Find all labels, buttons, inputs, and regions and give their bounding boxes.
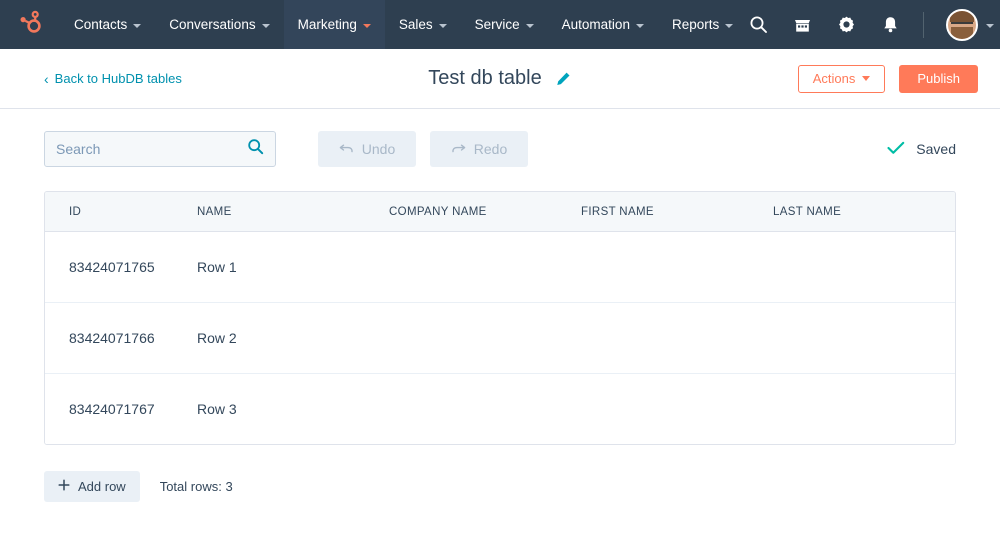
chevron-left-icon: ‹: [44, 70, 49, 87]
back-link-label: Back to HubDB tables: [54, 71, 182, 86]
chevron-down-icon: [438, 23, 447, 28]
nav-item-automation[interactable]: Automation: [548, 0, 658, 49]
nav-item-label: Sales: [398, 17, 433, 32]
avatar-beard: [951, 26, 974, 39]
table-row[interactable]: 83424071766 Row 2: [45, 302, 955, 374]
plus-icon: [58, 479, 70, 494]
nav-item-label: Contacts: [74, 17, 128, 32]
nav-item-label: Reports: [671, 17, 720, 32]
account-menu[interactable]: [946, 8, 995, 41]
header-actions: Actions Publish: [797, 64, 978, 93]
avatar: [946, 8, 979, 41]
nav-item-label: Marketing: [297, 17, 357, 32]
cell-name[interactable]: Row 2: [197, 302, 389, 374]
undo-button-label: Undo: [361, 141, 396, 157]
redo-arrow-icon: [451, 141, 466, 157]
cell-company-name[interactable]: [389, 302, 581, 374]
table-header-row: ID NAME COMPANY NAME FIRST NAME LAST NAM…: [45, 192, 955, 232]
chevron-down-icon: [635, 23, 644, 28]
table-row[interactable]: 83424071767 Row 3: [45, 373, 955, 444]
table-body: 83424071765 Row 1 83424071766 Row 2 8342…: [45, 231, 955, 444]
search-icon[interactable]: [247, 138, 264, 160]
cell-company-name[interactable]: [389, 373, 581, 444]
column-header-name[interactable]: NAME: [197, 192, 389, 232]
cell-first-name[interactable]: [581, 231, 773, 303]
chevron-down-icon: [362, 23, 371, 28]
table-toolbar: Undo Redo Saved: [44, 131, 956, 167]
cell-id[interactable]: 83424071766: [45, 302, 197, 374]
chevron-down-icon: [725, 23, 734, 28]
cell-last-name[interactable]: [773, 302, 955, 374]
nav-item-label: Service: [474, 17, 520, 32]
publish-button-label: Publish: [917, 71, 960, 86]
column-header-first-name[interactable]: FIRST NAME: [581, 192, 773, 232]
cell-id[interactable]: 83424071767: [45, 373, 197, 444]
main-content: Undo Redo Saved: [0, 109, 1000, 537]
chevron-down-icon: [986, 23, 995, 28]
cell-first-name[interactable]: [581, 373, 773, 444]
title-block: Test db table: [428, 67, 571, 90]
nav-item-contacts[interactable]: Contacts: [60, 0, 155, 49]
undo-button[interactable]: Undo: [318, 131, 416, 167]
redo-button-label: Redo: [473, 141, 508, 157]
search-box[interactable]: [44, 131, 276, 167]
caret-down-icon: [862, 76, 871, 81]
nav-item-sales[interactable]: Sales: [385, 0, 461, 49]
cell-first-name[interactable]: [581, 302, 773, 374]
nav-item-marketing[interactable]: Marketing: [283, 0, 385, 49]
cell-company-name[interactable]: [389, 231, 581, 303]
nav-divider: [923, 11, 925, 38]
chevron-down-icon: [133, 23, 142, 28]
avatar-hair: [950, 10, 975, 22]
column-header-id[interactable]: ID: [45, 192, 197, 232]
search-icon[interactable]: [747, 14, 769, 36]
nav-item-label: Automation: [561, 17, 630, 32]
column-header-last-name[interactable]: LAST NAME: [773, 192, 955, 232]
table-footer: Add row Total rows: 3: [44, 471, 956, 502]
data-table: ID NAME COMPANY NAME FIRST NAME LAST NAM…: [45, 192, 955, 444]
actions-button[interactable]: Actions: [797, 64, 886, 93]
top-navigation-bar: Contacts Conversations Marketing Sales S…: [0, 0, 1000, 49]
pencil-icon[interactable]: [556, 71, 572, 87]
cell-id[interactable]: 83424071765: [45, 231, 197, 303]
page-title: Test db table: [428, 67, 542, 89]
cell-name[interactable]: Row 1: [197, 231, 389, 303]
chevron-down-icon: [261, 23, 270, 28]
search-input[interactable]: [56, 141, 247, 157]
primary-nav-items: Contacts Conversations Marketing Sales S…: [60, 0, 747, 49]
hubdb-table: ID NAME COMPANY NAME FIRST NAME LAST NAM…: [44, 191, 956, 445]
page-subheader: ‹ Back to HubDB tables Test db table Act…: [0, 49, 1000, 109]
save-status-label: Saved: [916, 141, 956, 157]
undo-arrow-icon: [339, 141, 354, 157]
check-icon: [887, 141, 905, 158]
table-header: ID NAME COMPANY NAME FIRST NAME LAST NAM…: [45, 192, 955, 232]
marketplace-icon[interactable]: [791, 14, 813, 36]
chevron-down-icon: [525, 23, 534, 28]
nav-item-conversations[interactable]: Conversations: [155, 0, 283, 49]
cell-name[interactable]: Row 3: [197, 373, 389, 444]
nav-item-service[interactable]: Service: [461, 0, 548, 49]
nav-item-reports[interactable]: Reports: [658, 0, 747, 49]
avatar-glasses: [951, 21, 974, 27]
nav-item-label: Conversations: [169, 17, 256, 32]
redo-button[interactable]: Redo: [430, 131, 528, 167]
add-row-button-label: Add row: [78, 479, 126, 494]
undo-redo-group: Undo Redo: [318, 131, 528, 167]
publish-button[interactable]: Publish: [899, 64, 978, 93]
cell-last-name[interactable]: [773, 231, 955, 303]
gear-icon[interactable]: [835, 14, 857, 36]
back-to-hubdb-tables-link[interactable]: ‹ Back to HubDB tables: [44, 71, 182, 86]
actions-button-label: Actions: [812, 71, 856, 86]
nav-utility-icons: [747, 0, 1000, 49]
hubspot-logo[interactable]: [0, 0, 60, 49]
hubspot-sprocket-logo-icon: [17, 9, 43, 40]
table-row[interactable]: 83424071765 Row 1: [45, 231, 955, 303]
column-header-company-name[interactable]: COMPANY NAME: [389, 192, 581, 232]
cell-last-name[interactable]: [773, 373, 955, 444]
save-status: Saved: [887, 141, 956, 158]
add-row-button[interactable]: Add row: [44, 471, 140, 502]
notifications-bell-icon[interactable]: [879, 14, 901, 36]
total-rows-label: Total rows: 3: [159, 479, 233, 494]
